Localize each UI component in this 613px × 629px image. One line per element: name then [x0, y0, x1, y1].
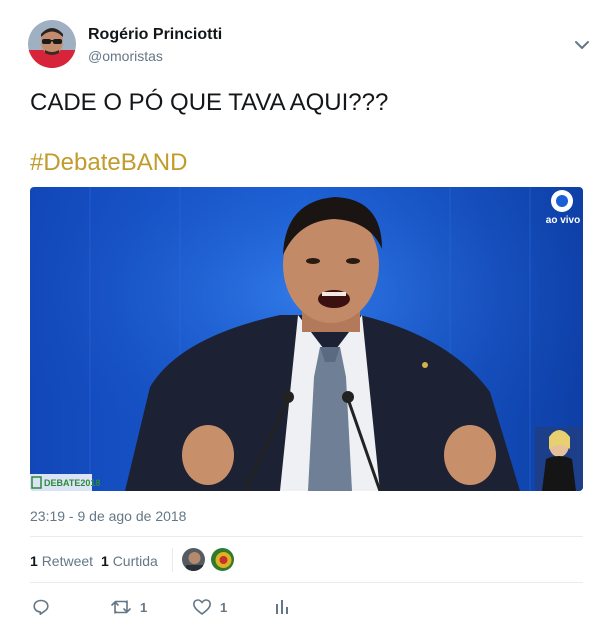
retweet-stat-label: Retweet — [41, 553, 94, 569]
avatar-image — [28, 20, 76, 68]
stats-separator — [172, 548, 173, 572]
author-handle[interactable]: @omoristas — [88, 46, 222, 66]
reply-button[interactable] — [32, 596, 50, 618]
retweet-button[interactable]: 1 — [110, 596, 147, 618]
retweet-action-count: 1 — [140, 599, 148, 615]
divider-bottom — [30, 582, 583, 583]
live-badge: ao vivo — [546, 215, 580, 226]
debate-photo: ao vivo DEBATE2018 — [30, 187, 583, 491]
chevron-down-icon[interactable] — [574, 38, 590, 50]
heart-icon — [192, 598, 212, 616]
tweet-stats: 1 Retweet 1 Curtida — [30, 544, 583, 576]
tweet-photo[interactable]: ao vivo DEBATE2018 — [30, 187, 583, 491]
broadcaster-logo — [551, 190, 573, 212]
analytics-icon — [274, 598, 290, 616]
reply-icon — [32, 598, 50, 616]
like-action-count: 1 — [220, 599, 228, 615]
liker-avatar[interactable] — [181, 547, 206, 572]
like-stat[interactable]: 1 Curtida — [101, 552, 158, 570]
debate-lower-third: DEBATE2018 — [44, 478, 100, 488]
like-stat-label: Curtida — [112, 553, 158, 569]
tweet-timestamp[interactable]: 23:19 - 9 de ago de 2018 — [30, 507, 186, 525]
divider-top — [30, 536, 583, 537]
hashtag-link[interactable]: #DebateBAND — [30, 148, 187, 178]
tweet-header: Rogério Princiotti @omoristas — [28, 20, 598, 70]
retweet-stat-count: 1 — [30, 553, 38, 569]
like-stat-count: 1 — [101, 553, 109, 569]
retweet-icon — [110, 598, 132, 616]
tweet-card: Rogério Princiotti @omoristas CADE O PÓ … — [0, 0, 613, 629]
liker-avatar[interactable] — [210, 547, 235, 572]
retweet-stat[interactable]: 1 Retweet — [30, 552, 93, 570]
author-avatar[interactable] — [28, 20, 76, 68]
tweet-actions: 1 1 — [30, 596, 583, 618]
like-button[interactable]: 1 — [192, 596, 227, 618]
analytics-button[interactable] — [274, 596, 290, 618]
author-names: Rogério Princiotti @omoristas — [88, 25, 222, 66]
author-display-name[interactable]: Rogério Princiotti — [88, 25, 222, 45]
tweet-text: CADE O PÓ QUE TAVA AQUI??? — [30, 89, 389, 116]
